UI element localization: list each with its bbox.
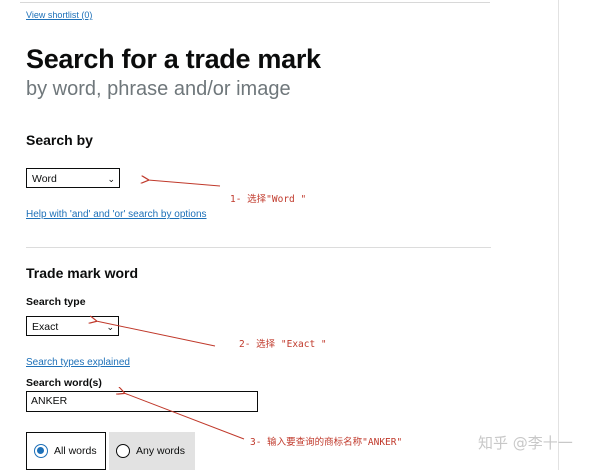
annotation-note-2: 2- 选择 "Exact " xyxy=(239,339,327,350)
annotation-arrow-3 xyxy=(124,393,245,440)
annotation-note-1: 1- 选择"Word " xyxy=(230,194,307,205)
annotation-arrows xyxy=(0,0,245,440)
watermark-text: 知乎 @李十一 xyxy=(478,434,573,452)
annotation-note-3: 3- 输入要查询的商标名称"ANKER" xyxy=(250,437,403,448)
annotation-arrow-1 xyxy=(148,180,221,187)
annotation-arrow-2 xyxy=(96,321,216,347)
